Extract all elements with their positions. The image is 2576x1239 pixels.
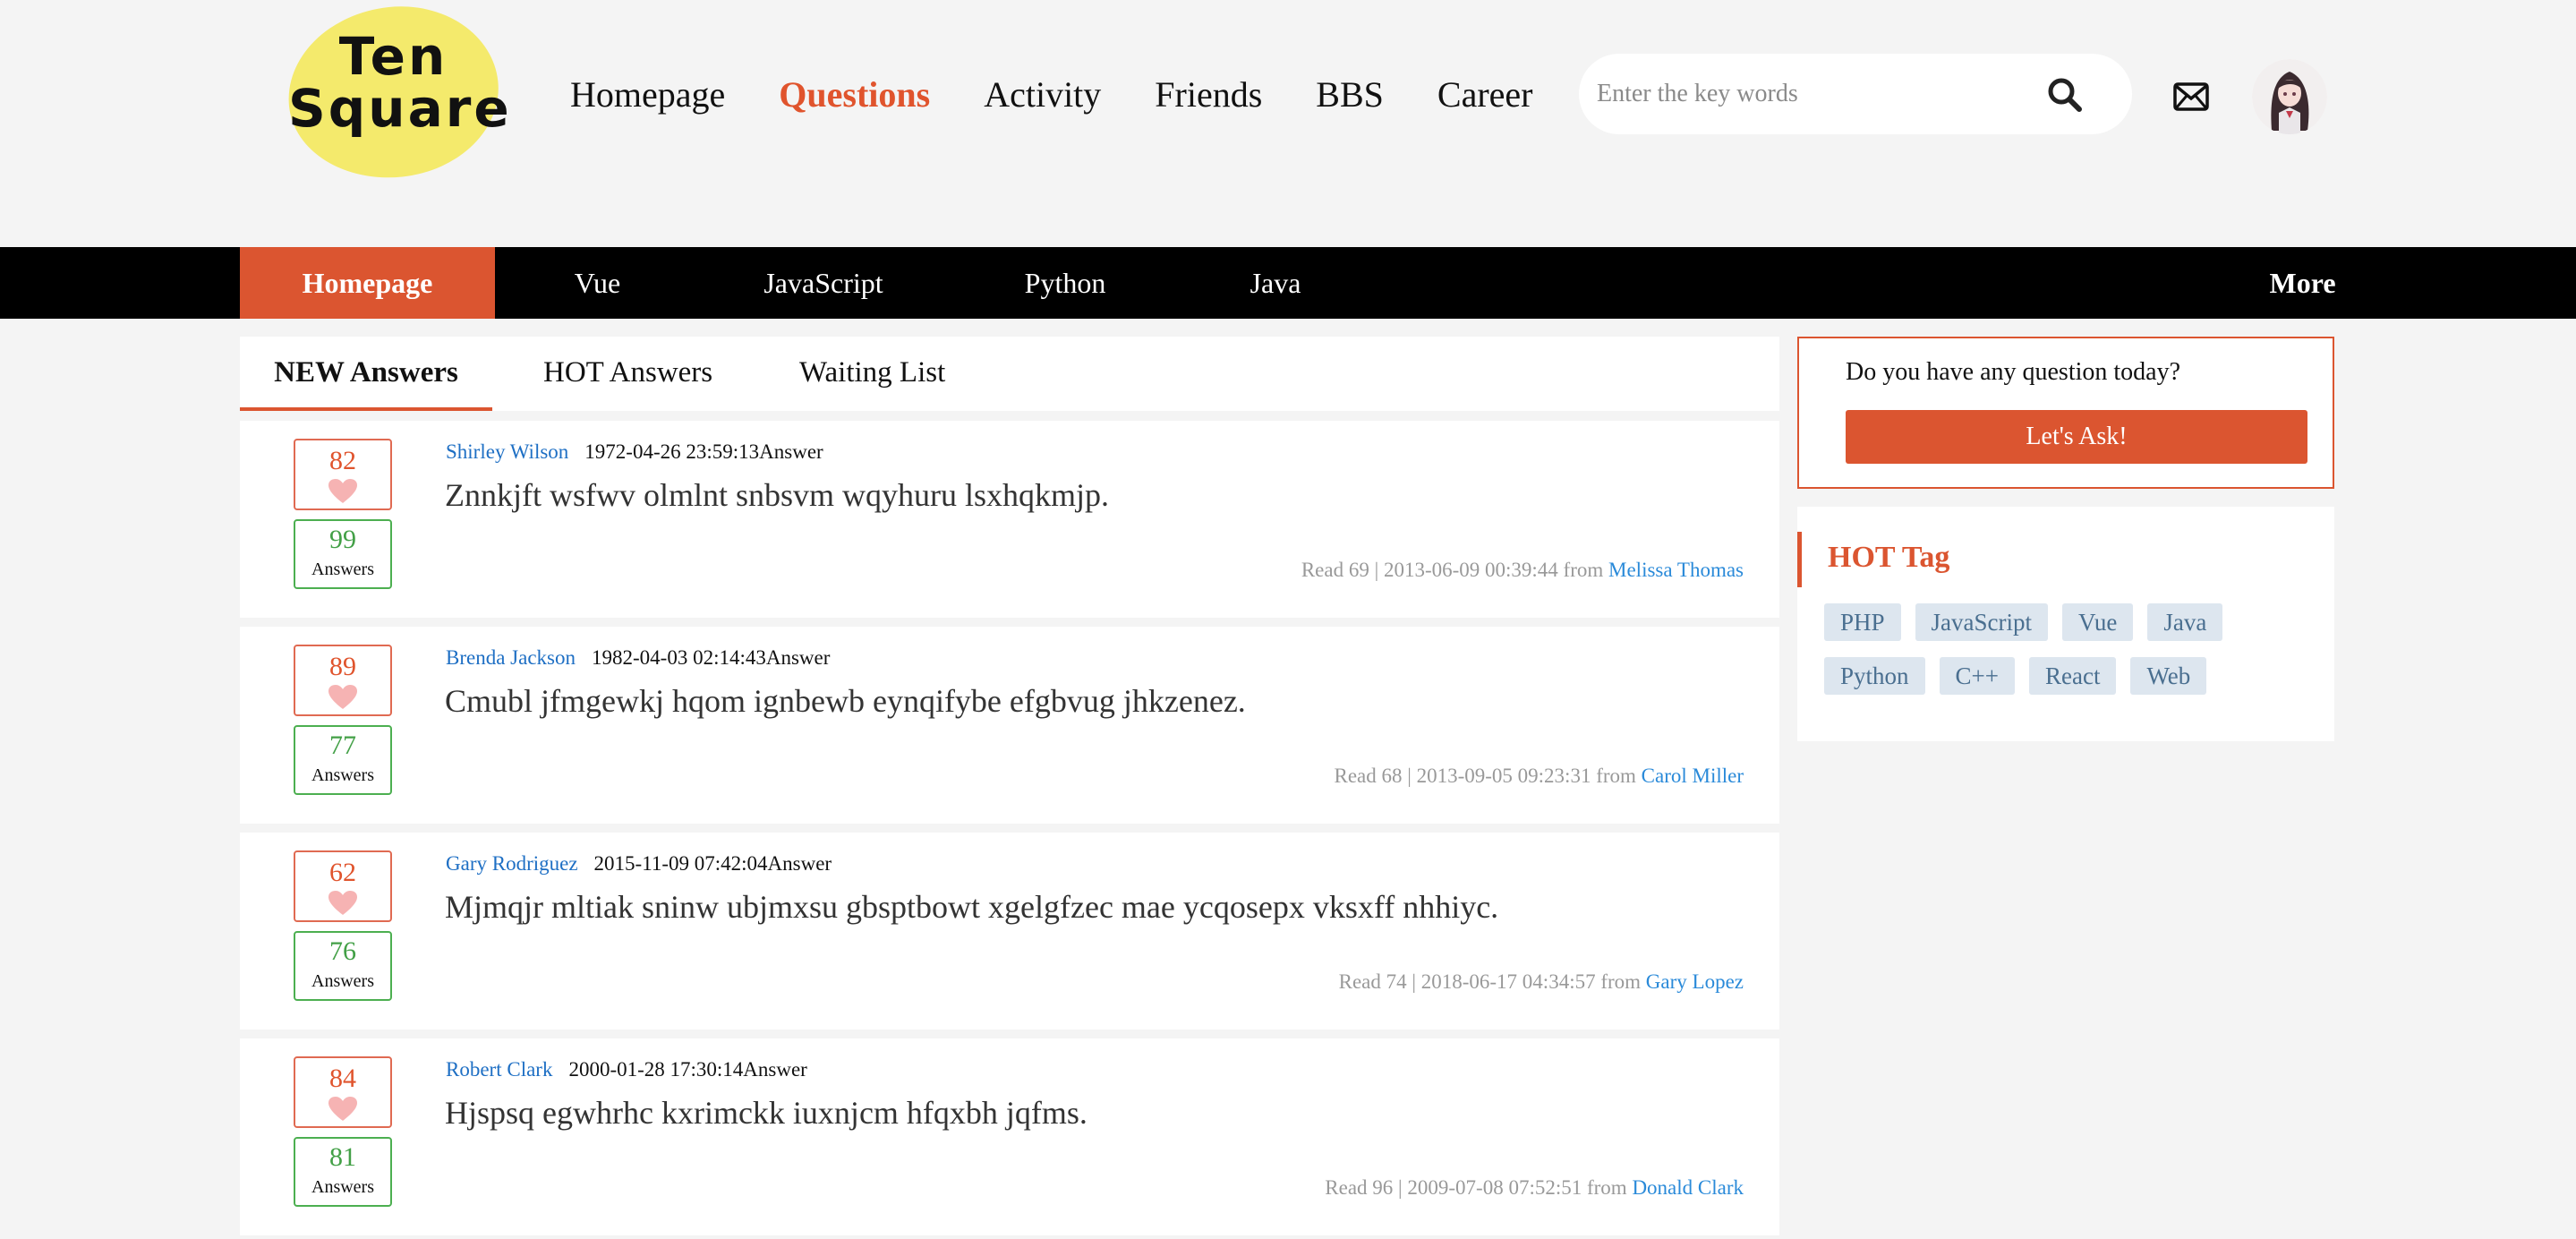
logo-line-1: Ten	[338, 26, 448, 87]
nav-career[interactable]: Career	[1437, 73, 1533, 115]
main-nav: Homepage Questions Activity Friends BBS …	[570, 73, 1587, 115]
answers-label: Answers	[311, 560, 374, 579]
answer-time: 2015-11-09 07:42:04Answer	[593, 852, 832, 875]
nav-friends[interactable]: Friends	[1155, 73, 1262, 115]
tag-cpp[interactable]: C++	[1939, 657, 2015, 695]
likes-count: 62	[329, 858, 356, 887]
lets-ask-button[interactable]: Let's Ask!	[1846, 410, 2307, 464]
search-icon[interactable]	[2046, 76, 2082, 112]
heart-icon	[328, 1097, 357, 1121]
answers-label: Answers	[311, 1177, 374, 1197]
tab-new-answers[interactable]: NEW Answers	[240, 337, 492, 411]
answer-tabs: NEW Answers HOT Answers Waiting List	[240, 337, 1779, 411]
likes-box[interactable]: 84	[294, 1056, 392, 1128]
question-title[interactable]: Znnkjft wsfwv olmlnt snbsvm wqyhuru lsxh…	[445, 476, 1109, 514]
hot-tag-accent-bar	[1797, 532, 1802, 587]
nav-bbs[interactable]: BBS	[1316, 73, 1384, 115]
nav-questions[interactable]: Questions	[779, 73, 930, 115]
from-user-link[interactable]: Gary Lopez	[1646, 970, 1744, 993]
search-input[interactable]	[1597, 67, 2044, 121]
logo[interactable]: Ten Square	[288, 26, 512, 139]
category-more[interactable]: More	[2256, 247, 2350, 319]
ask-prompt: Do you have any question today?	[1846, 358, 2181, 386]
author-link[interactable]: Robert Clark	[446, 1058, 552, 1081]
question-meta: Shirley Wilson 1972-04-26 23:59:13Answer	[446, 440, 823, 464]
answers-box: 76 Answers	[294, 931, 392, 1001]
answer-time: 2000-01-28 17:30:14Answer	[568, 1058, 807, 1081]
read-info: Read 69 | 2013-06-09 00:39:44 from	[1301, 559, 1609, 581]
likes-box[interactable]: 89	[294, 645, 392, 716]
likes-count: 89	[329, 652, 356, 681]
question-footer: Read 74 | 2018-06-17 04:34:57 from Gary …	[1339, 970, 1744, 994]
likes-box[interactable]: 82	[294, 439, 392, 510]
question-card: 89 77 Answers Brenda Jackson 1982-04-03 0…	[240, 627, 1779, 824]
read-info: Read 68 | 2013-09-05 09:23:31 from	[1334, 765, 1642, 787]
nav-activity[interactable]: Activity	[984, 73, 1101, 115]
answers-label: Answers	[311, 765, 374, 785]
question-footer: Read 69 | 2013-06-09 00:39:44 from Melis…	[1301, 559, 1744, 582]
question-card: 84 81 Answers Robert Clark 2000-01-28 17:…	[240, 1038, 1779, 1235]
category-vue[interactable]: Vue	[546, 247, 649, 319]
author-link[interactable]: Shirley Wilson	[446, 440, 568, 463]
avatar[interactable]	[2252, 59, 2327, 134]
tag-java[interactable]: Java	[2147, 603, 2223, 641]
category-python[interactable]: Python	[1002, 247, 1128, 319]
answers-label: Answers	[311, 971, 374, 991]
answer-time: 1972-04-26 23:59:13Answer	[584, 440, 823, 463]
tag-python[interactable]: Python	[1824, 657, 1925, 695]
answers-box: 81 Answers	[294, 1137, 392, 1207]
category-bar: Homepage Vue JavaScript Python Java More	[0, 247, 2576, 319]
heart-icon	[328, 479, 357, 503]
question-footer: Read 68 | 2013-09-05 09:23:31 from Carol…	[1334, 765, 1744, 788]
likes-count: 84	[329, 1064, 356, 1093]
author-link[interactable]: Gary Rodriguez	[446, 852, 578, 875]
likes-box[interactable]: 62	[294, 850, 392, 922]
from-user-link[interactable]: Donald Clark	[1632, 1176, 1744, 1199]
from-user-link[interactable]: Carol Miller	[1642, 765, 1744, 787]
ask-question-box: Do you have any question today? Let's As…	[1797, 337, 2334, 489]
nav-homepage[interactable]: Homepage	[570, 73, 725, 115]
hot-tag-title: HOT Tag	[1828, 541, 1950, 574]
logo-line-2: Square	[288, 78, 512, 139]
hot-tag-panel: HOT Tag PHP JavaScript Vue Java Python C++ Rea…	[1797, 507, 2334, 741]
question-title[interactable]: Cmubl jfmgewkj hqom ignbewb eynqifybe ef…	[445, 682, 1246, 720]
read-info: Read 96 | 2009-07-08 07:52:51 from	[1325, 1176, 1633, 1199]
question-footer: Read 96 | 2009-07-08 07:52:51 from Donal…	[1325, 1176, 1744, 1200]
tag-web[interactable]: Web	[2130, 657, 2207, 695]
answers-count: 81	[329, 1142, 356, 1172]
avatar-image	[2252, 59, 2327, 134]
tab-hot-answers[interactable]: HOT Answers	[543, 337, 712, 411]
category-javascript[interactable]: JavaScript	[743, 247, 904, 319]
read-info: Read 74 | 2018-06-17 04:34:57 from	[1338, 970, 1646, 993]
category-homepage[interactable]: Homepage	[240, 247, 495, 319]
heart-icon	[328, 685, 357, 709]
question-card: 62 76 Answers Gary Rodriguez 2015-11-09 0…	[240, 833, 1779, 1030]
answers-count: 99	[329, 525, 356, 554]
answers-count: 76	[329, 936, 356, 966]
from-user-link[interactable]: Melissa Thomas	[1608, 559, 1744, 581]
question-meta: Gary Rodriguez 2015-11-09 07:42:04Answer	[446, 852, 832, 876]
tag-vue[interactable]: Vue	[2062, 603, 2134, 641]
author-link[interactable]: Brenda Jackson	[446, 646, 576, 669]
tag-javascript[interactable]: JavaScript	[1915, 603, 2049, 641]
answers-box: 99 Answers	[294, 519, 392, 589]
tag-list: PHP JavaScript Vue Java Python C++ React Web	[1824, 603, 2325, 711]
tag-react[interactable]: React	[2029, 657, 2117, 695]
question-title[interactable]: Mjmqjr mltiak sninw ubjmxsu gbsptbowt xg…	[445, 888, 1498, 926]
tag-php[interactable]: PHP	[1824, 603, 1901, 641]
heart-icon	[328, 891, 357, 915]
tab-waiting-list[interactable]: Waiting List	[799, 337, 945, 411]
answers-count: 77	[329, 731, 356, 760]
mail-icon[interactable]	[2173, 82, 2209, 111]
likes-count: 82	[329, 446, 356, 475]
question-card: 82 99 Answers Shirley Wilson 1972-04-26 2…	[240, 421, 1779, 618]
answers-box: 77 Answers	[294, 725, 392, 795]
question-meta: Robert Clark 2000-01-28 17:30:14Answer	[446, 1058, 807, 1081]
question-title[interactable]: Hjspsq egwhrhc kxrimckk iuxnjcm hfqxbh j…	[445, 1094, 1088, 1132]
search-box	[1579, 54, 2132, 134]
question-meta: Brenda Jackson 1982-04-03 02:14:43Answer	[446, 646, 830, 670]
answer-time: 1982-04-03 02:14:43Answer	[592, 646, 831, 669]
category-java[interactable]: Java	[1235, 247, 1316, 319]
